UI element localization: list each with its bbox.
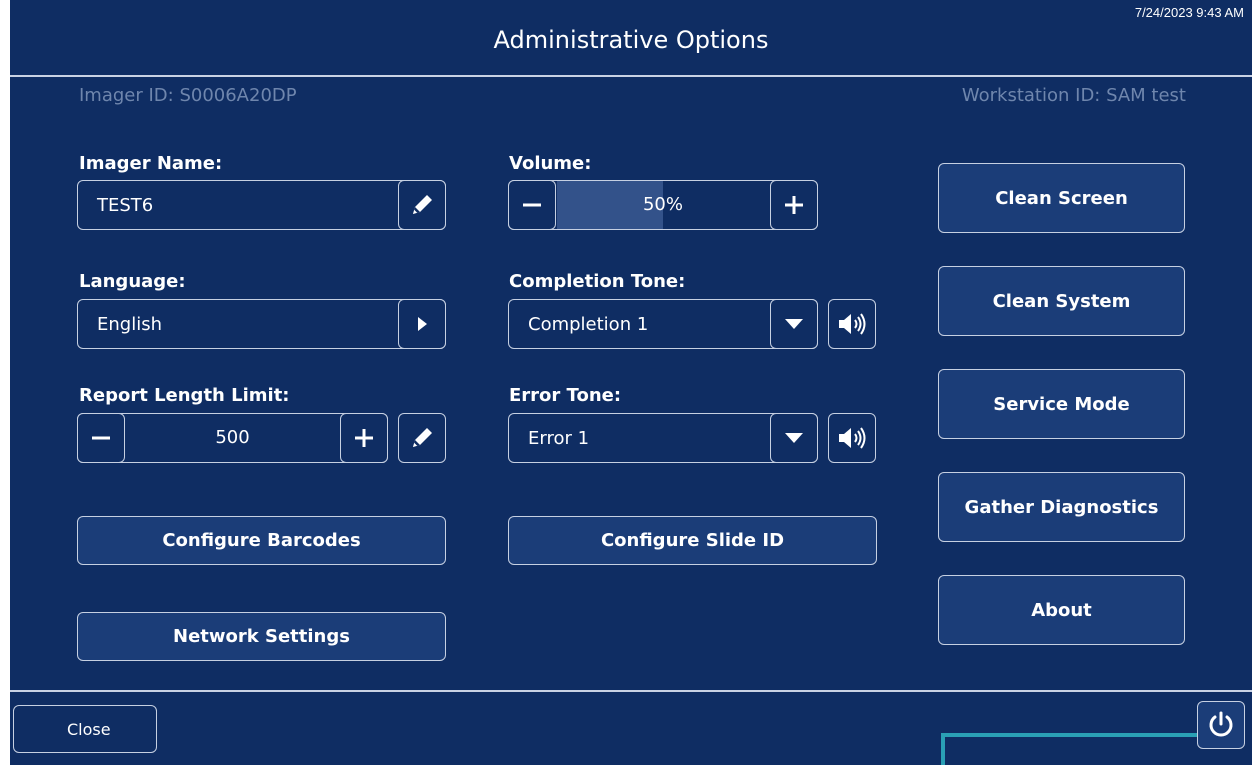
caret-down-icon — [785, 319, 803, 329]
completion-tone-dropdown-button[interactable] — [770, 299, 818, 349]
play-completion-tone-button[interactable] — [828, 299, 876, 349]
speaker-icon — [839, 427, 866, 449]
pencil-icon — [413, 195, 432, 214]
power-button[interactable] — [1197, 701, 1245, 749]
language-label: Language: — [79, 271, 186, 292]
clean-system-button[interactable]: Clean System — [938, 266, 1185, 336]
volume-label: Volume: — [509, 153, 592, 174]
imager-id: Imager ID: S0006A20DP — [79, 85, 297, 106]
timestamp: 7/24/2023 9:43 AM — [1134, 5, 1244, 20]
configure-barcodes-button[interactable]: Configure Barcodes — [77, 516, 446, 565]
page-title: Administrative Options — [493, 26, 769, 54]
power-icon — [1209, 711, 1233, 737]
error-tone-dropdown-button[interactable] — [770, 413, 818, 463]
close-button[interactable]: Close — [13, 705, 157, 753]
play-error-tone-button[interactable] — [828, 413, 876, 463]
error-tone-label: Error Tone: — [509, 385, 622, 406]
accent-line-vertical — [941, 733, 945, 765]
workstation-id: Workstation ID: SAM test — [961, 85, 1186, 106]
report-length-value: 500 — [215, 427, 250, 448]
language-field[interactable]: English — [77, 299, 446, 349]
pencil-icon — [413, 428, 432, 447]
header-divider — [10, 75, 1252, 77]
completion-tone-label: Completion Tone: — [509, 271, 686, 292]
language-select-button[interactable] — [398, 299, 446, 349]
imager-name-value: TEST6 — [97, 195, 154, 216]
report-length-label: Report Length Limit: — [79, 385, 290, 406]
caret-down-icon — [785, 433, 803, 443]
service-mode-button[interactable]: Service Mode — [938, 369, 1185, 439]
clean-screen-button[interactable]: Clean Screen — [938, 163, 1185, 233]
about-button[interactable]: About — [938, 575, 1185, 645]
imager-name-field[interactable]: TEST6 — [77, 180, 446, 230]
edit-imager-name-button[interactable] — [398, 180, 446, 230]
imager-name-label: Imager Name: — [79, 153, 223, 174]
accent-line — [941, 733, 1197, 737]
volume-value: 50% — [642, 194, 683, 215]
speaker-icon — [839, 313, 866, 335]
footer-divider — [10, 690, 1252, 692]
chevron-right-icon — [418, 317, 427, 331]
error-tone-value: Error 1 — [528, 428, 590, 449]
configure-slide-id-button[interactable]: Configure Slide ID — [508, 516, 877, 565]
completion-tone-value: Completion 1 — [528, 314, 649, 335]
edit-report-length-button[interactable] — [398, 413, 446, 463]
language-value: English — [97, 314, 162, 335]
gather-diagnostics-button[interactable]: Gather Diagnostics — [938, 472, 1185, 542]
network-settings-button[interactable]: Network Settings — [77, 612, 446, 661]
admin-options-screen: 7/24/2023 9:43 AM Administrative Options… — [10, 0, 1252, 765]
